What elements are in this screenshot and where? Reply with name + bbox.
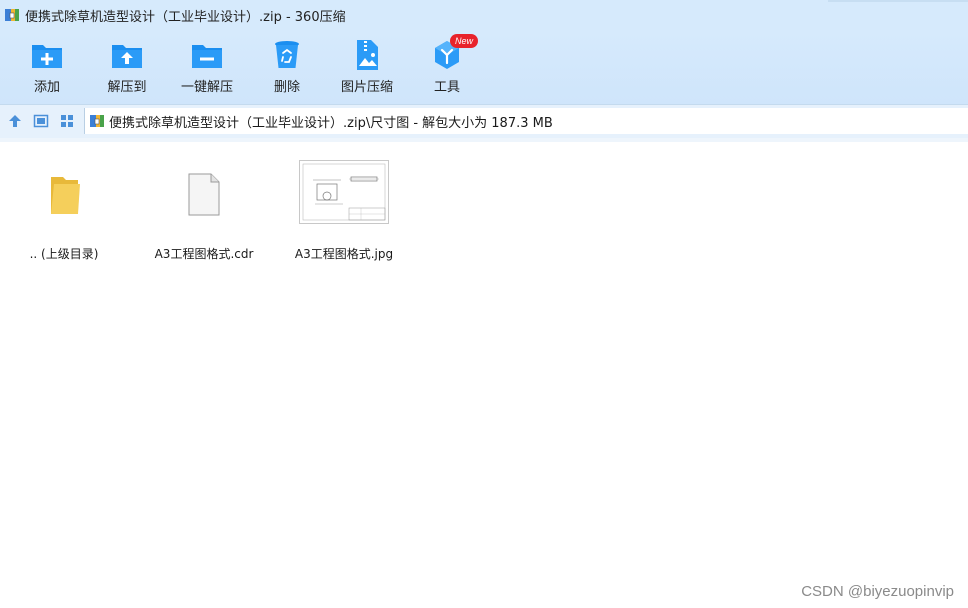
tools-label: 工具 bbox=[433, 80, 460, 95]
delete-label: 删除 bbox=[273, 80, 300, 95]
up-arrow-icon[interactable] bbox=[7, 113, 23, 129]
grid-view-icon[interactable] bbox=[59, 113, 75, 129]
document-icon bbox=[188, 173, 220, 216]
file-name: A3工程图格式.cdr bbox=[154, 247, 254, 261]
tools-button[interactable]: New 工具 bbox=[410, 34, 484, 98]
title-divider bbox=[828, 0, 968, 2]
folder-add-icon bbox=[32, 45, 62, 68]
extract-to-button[interactable]: 解压到 bbox=[90, 36, 164, 98]
zip-file-icon bbox=[90, 115, 104, 127]
quick-extract-button[interactable]: 一键解压 bbox=[170, 36, 244, 98]
watermark: CSDN @biyezuopinvip bbox=[801, 583, 954, 600]
recycle-bin-icon bbox=[275, 41, 299, 68]
file-item-jpg[interactable]: A3工程图格式.jpg bbox=[284, 156, 404, 266]
app-window: 便携式除草机造型设计（工业毕业设计）.zip - 360压缩 添加 解压到 一键… bbox=[0, 0, 968, 608]
path-field[interactable]: 便携式除草机造型设计（工业毕业设计）.zip\尺寸图 - 解包大小为 187.3… bbox=[84, 108, 968, 134]
toolbar: 添加 解压到 一键解压 删除 图片压缩 New 工具 bbox=[0, 30, 968, 104]
detail-view-icon[interactable] bbox=[33, 113, 49, 129]
drawing-thumbnail-icon bbox=[299, 160, 389, 224]
quick-extract-label: 一键解压 bbox=[180, 80, 233, 95]
path-text: 便携式除草机造型设计（工业毕业设计）.zip\尺寸图 - 解包大小为 187.3… bbox=[109, 115, 553, 131]
file-list: .. (上级目录) A3工程图格式.cdr A3工程图格式.jpg bbox=[0, 142, 968, 608]
folder-extract-icon bbox=[112, 45, 142, 68]
address-bar: 便携式除草机造型设计（工业毕业设计）.zip\尺寸图 - 解包大小为 187.3… bbox=[0, 104, 968, 139]
image-compress-label: 图片压缩 bbox=[340, 80, 393, 95]
extract-to-label: 解压到 bbox=[107, 80, 147, 95]
file-name: A3工程图格式.jpg bbox=[294, 247, 394, 261]
title-bar: 便携式除草机造型设计（工业毕业设计）.zip - 360压缩 bbox=[0, 0, 968, 30]
archive-app-icon bbox=[5, 9, 19, 21]
image-compress-button[interactable]: 图片压缩 bbox=[330, 36, 404, 98]
image-compress-icon bbox=[357, 40, 378, 70]
add-button[interactable]: 添加 bbox=[10, 36, 84, 98]
file-name: .. (上级目录) bbox=[29, 247, 99, 261]
folder-quick-extract-icon bbox=[192, 45, 222, 68]
window-title: 便携式除草机造型设计（工业毕业设计）.zip - 360压缩 bbox=[25, 9, 346, 25]
delete-button[interactable]: 删除 bbox=[250, 36, 324, 98]
folder-icon bbox=[51, 177, 80, 214]
file-item-parent-folder[interactable]: .. (上级目录) bbox=[4, 156, 124, 266]
add-label: 添加 bbox=[33, 80, 60, 95]
new-badge: New bbox=[450, 34, 478, 48]
file-item-cdr[interactable]: A3工程图格式.cdr bbox=[144, 156, 264, 266]
